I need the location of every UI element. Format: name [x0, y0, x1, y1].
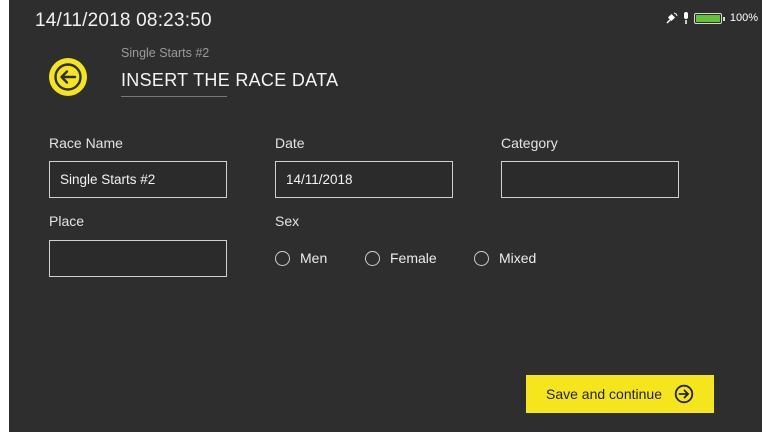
save-and-continue-button[interactable]: Save and continue [526, 375, 714, 413]
date-label: Date [275, 135, 305, 151]
save-button-label: Save and continue [546, 386, 662, 402]
page-subtitle: Single Starts #2 [121, 46, 210, 60]
battery-icon [693, 12, 725, 24]
clock: 14/11/2018 08:23:50 [35, 10, 212, 31]
race-name-input[interactable] [49, 161, 227, 198]
back-arrow-icon [54, 63, 82, 91]
radio-circle [365, 250, 380, 266]
sex-option-female[interactable]: Female [365, 250, 437, 266]
radio-circle [474, 250, 489, 266]
race-data-screen: 14/11/2018 08:23:50 100% Single Starts #… [9, 0, 762, 432]
back-button[interactable] [49, 58, 87, 96]
satellite-icon [666, 12, 678, 24]
title-underline [121, 96, 227, 97]
page-title: INSERT THE RACE DATA [121, 70, 339, 90]
place-input[interactable] [49, 240, 227, 277]
sex-label: Sex [275, 213, 300, 229]
category-input[interactable] [501, 161, 679, 198]
sex-option-men[interactable]: Men [275, 250, 327, 266]
place-label: Place [49, 213, 85, 229]
race-name-label: Race Name [49, 135, 123, 151]
sex-option-label: Men [300, 250, 328, 266]
microphone-icon [683, 12, 688, 24]
status-bar: 100% [666, 12, 758, 24]
sex-option-mixed[interactable]: Mixed [474, 250, 536, 266]
arrow-right-circle-icon [674, 384, 694, 404]
sex-option-label: Female [390, 250, 437, 266]
radio-circle [275, 250, 290, 266]
battery-percent: 100% [729, 12, 758, 24]
category-label: Category [501, 135, 558, 151]
date-input[interactable] [275, 161, 453, 198]
sex-option-label: Mixed [499, 250, 537, 266]
